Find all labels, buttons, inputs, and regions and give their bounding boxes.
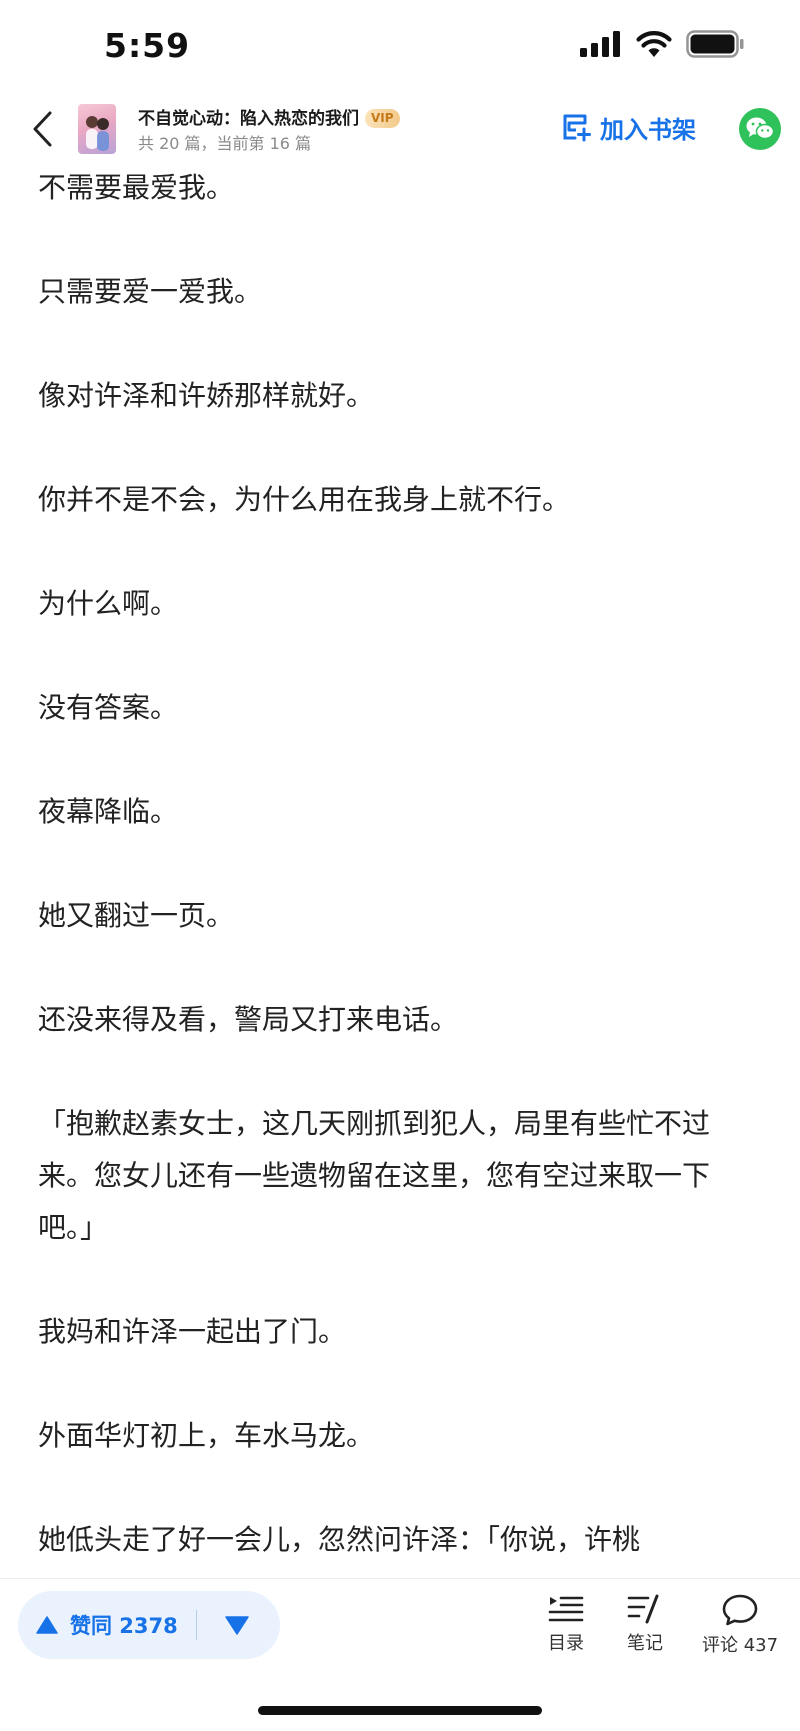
battery-icon [686, 30, 744, 58]
add-to-shelf-label: 加入书架 [600, 115, 696, 144]
article-paragraph: 不需要最爱我。 [38, 171, 235, 204]
article-paragraph: 只需要爱一爱我。 [38, 275, 263, 308]
article-paragraph: 她又翻过一页。 [38, 899, 235, 932]
toc-label: 目录 [548, 1633, 584, 1654]
article-paragraph: 外面华灯初上，车水马龙。 [38, 1419, 375, 1452]
add-to-shelf-button[interactable]: 加入书架 [562, 106, 696, 148]
comments-button[interactable]: 评论 437 [702, 1593, 778, 1657]
cellular-signal-icon [580, 31, 620, 57]
wifi-icon [636, 30, 672, 57]
article-paragraph: 我妈和许泽一起出了门。 [38, 1315, 347, 1348]
article-paragraph: 「抱歉赵素女士，这几天刚抓到犯人，局里有些忙不过来。您女儿还有一些遗物留在这里，… [38, 1107, 711, 1244]
contents-list-icon [548, 1596, 584, 1622]
upvote-button[interactable]: 赞同 2378 [18, 1591, 178, 1659]
chapter-progress: 共 20 篇，当前第 16 篇 [138, 134, 312, 153]
wechat-icon [746, 117, 775, 140]
notes-label: 笔记 [627, 1633, 663, 1654]
notes-button[interactable]: 笔记 [627, 1593, 663, 1655]
bookshelf-add-icon [563, 114, 591, 142]
comments-label: 评论 437 [702, 1635, 779, 1656]
article-paragraph: 她低头走了好一会儿，忽然问许泽：「你说，许桃 [38, 1523, 641, 1556]
article-paragraph: 你并不是不会，为什么用在我身上就不行。 [38, 483, 571, 516]
chevron-left-icon [33, 111, 52, 147]
triangle-down-icon [225, 1615, 249, 1635]
article-paragraph: 夜幕降临。 [38, 795, 179, 828]
article-paragraph: 像对许泽和许娇那样就好。 [38, 379, 375, 412]
status-time: 5:59 [104, 26, 191, 65]
book-cover-image[interactable] [78, 104, 116, 154]
wechat-share-button[interactable] [739, 108, 781, 150]
reader-header: 不自觉心动：陷入热恋的我们 VIP 共 20 篇，当前第 16 篇 加入书架 [0, 96, 800, 162]
reader-screen: 5:59 不自觉心动：陷入热恋的我们 VIP 共 20 篇，当前第 16 篇 加… [0, 0, 800, 1731]
table-of-contents-button[interactable]: 目录 [548, 1593, 584, 1655]
triangle-up-icon [36, 1616, 58, 1634]
home-indicator[interactable] [258, 1706, 542, 1715]
article-paragraph: 为什么啊。 [38, 587, 179, 620]
article-body: 不需要最爱我。 只需要爱一爱我。 像对许泽和许娇那样就好。 你并不是不会，为什么… [0, 162, 800, 1578]
comment-bubble-icon [722, 1594, 758, 1626]
downvote-button[interactable] [197, 1591, 277, 1659]
vip-badge: VIP [365, 109, 400, 128]
cover-illustration-icon [86, 116, 109, 151]
article-paragraph: 还没来得及看，警局又打来电话。 [38, 1003, 459, 1036]
notes-pen-icon [627, 1594, 659, 1624]
article-paragraph: 没有答案。 [38, 691, 179, 724]
vote-control: 赞同 2378 [18, 1591, 280, 1659]
status-bar: 5:59 [0, 0, 800, 96]
status-icons [580, 30, 744, 58]
book-title-text: 不自觉心动：陷入热恋的我们 [138, 109, 359, 129]
book-title[interactable]: 不自觉心动：陷入热恋的我们 VIP [138, 104, 400, 129]
back-button[interactable] [22, 104, 62, 154]
upvote-label: 赞同 2378 [70, 1614, 178, 1638]
